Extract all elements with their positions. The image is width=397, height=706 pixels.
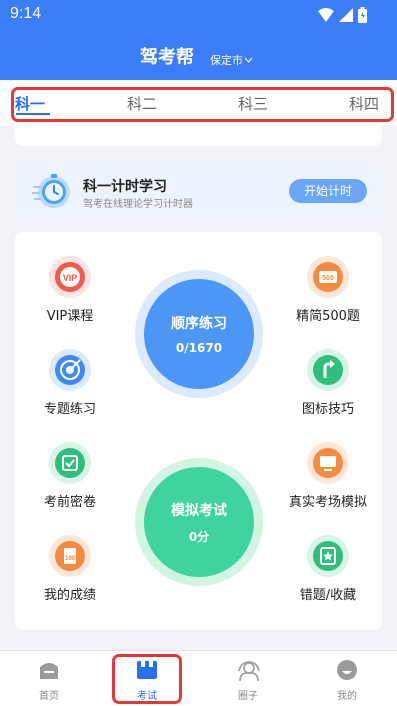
timer-card[interactable]: 科一计时学习 驾考在线理论学习计时器 开始计时 <box>15 160 382 222</box>
signal-icon <box>339 8 353 22</box>
tab-subject-3[interactable]: 科三 <box>238 93 268 114</box>
timer-subtitle: 驾考在线理论学习计时器 <box>83 199 193 210</box>
highlight-outline-nav <box>112 654 182 704</box>
nav-profile-label: 我的 <box>337 691 357 702</box>
nav-community[interactable]: 圈子 <box>218 651 278 706</box>
feature-card: VIP VIP课程 专题练习 考前密卷 100 我的成绩 500 精简500题 … <box>15 232 382 630</box>
star-bookmark-icon <box>313 541 343 571</box>
nav-home[interactable]: 首页 <box>19 651 79 706</box>
svg-text:500: 500 <box>322 275 334 282</box>
status-bar: 9:14 <box>0 0 397 30</box>
app-header: 驾考帮 保定市 <box>0 30 397 80</box>
chevron-down-icon <box>244 57 253 63</box>
vip-course-label: VIP课程 <box>46 309 94 324</box>
status-icons <box>318 7 367 23</box>
tab-subject-2[interactable]: 科二 <box>127 93 157 114</box>
battery-icon <box>358 7 367 23</box>
turn-arrow-icon <box>313 355 343 385</box>
bottom-nav: 首页 考试 圈子 我的 <box>0 650 397 706</box>
mock-exam-score: 0分 <box>188 529 210 544</box>
community-icon <box>238 661 260 682</box>
practice-title: 顺序练习 <box>171 316 227 332</box>
highlight-outline <box>11 87 394 122</box>
sequential-practice-button[interactable]: 顺序练习 0/1670 <box>135 270 263 398</box>
active-tab-indicator <box>16 113 50 115</box>
subject-tabbar: 科一 科二 科三 科四 <box>0 80 397 126</box>
timer-title: 科一计时学习 <box>83 179 167 195</box>
my-scores-item[interactable]: 100 我的成绩 <box>15 535 125 603</box>
sign-tips-item[interactable]: 图标技巧 <box>273 349 383 417</box>
vip-course-item[interactable]: VIP VIP课程 <box>15 256 125 324</box>
wifi-icon <box>318 8 334 22</box>
real-exam-item[interactable]: 真实考场模拟 <box>273 442 383 510</box>
home-icon <box>40 663 58 679</box>
banner-card <box>15 126 382 146</box>
target-icon <box>55 355 85 385</box>
select-500-item[interactable]: 500 精简500题 <box>273 256 383 324</box>
page-title: 驾考帮 <box>140 47 194 68</box>
nav-home-label: 首页 <box>39 691 59 702</box>
nav-profile[interactable]: 我的 <box>317 651 377 706</box>
mistakes-label: 错题/收藏 <box>299 588 357 603</box>
sign-tips-label: 图标技巧 <box>301 402 354 417</box>
my-scores-label: 我的成绩 <box>43 588 96 603</box>
svg-text:100: 100 <box>65 556 76 562</box>
mock-exam-button[interactable]: 模拟考试 0分 <box>135 458 263 586</box>
report-icon: 100 <box>55 541 85 571</box>
start-timer-button[interactable]: 开始计时 <box>289 179 367 203</box>
practice-progress: 0/1670 <box>175 341 223 355</box>
mock-paper-item[interactable]: 考前密卷 <box>15 442 125 510</box>
topic-practice-label: 专题练习 <box>43 402 96 417</box>
checklist-icon <box>55 448 85 478</box>
topic-practice-item[interactable]: 专题练习 <box>15 349 125 417</box>
city-label: 保定市 <box>210 54 243 67</box>
real-exam-label: 真实考场模拟 <box>288 495 367 510</box>
city-selector[interactable]: 保定市 <box>210 52 253 68</box>
nav-community-label: 圈子 <box>238 691 258 702</box>
mock-exam-title: 模拟考试 <box>171 502 227 519</box>
svg-text:VIP: VIP <box>63 273 78 283</box>
stopwatch-icon <box>32 174 70 208</box>
tab-subject-1[interactable]: 科一 <box>15 93 45 114</box>
vip-icon: VIP <box>55 262 85 292</box>
500-icon: 500 <box>313 262 343 292</box>
mock-paper-label: 考前密卷 <box>43 495 96 510</box>
status-time: 9:14 <box>10 5 42 22</box>
mistakes-item[interactable]: 错题/收藏 <box>273 535 383 603</box>
tab-subject-4[interactable]: 科四 <box>349 93 379 114</box>
profile-icon <box>337 660 357 680</box>
select-500-label: 精简500题 <box>296 309 360 324</box>
monitor-icon <box>313 448 343 478</box>
